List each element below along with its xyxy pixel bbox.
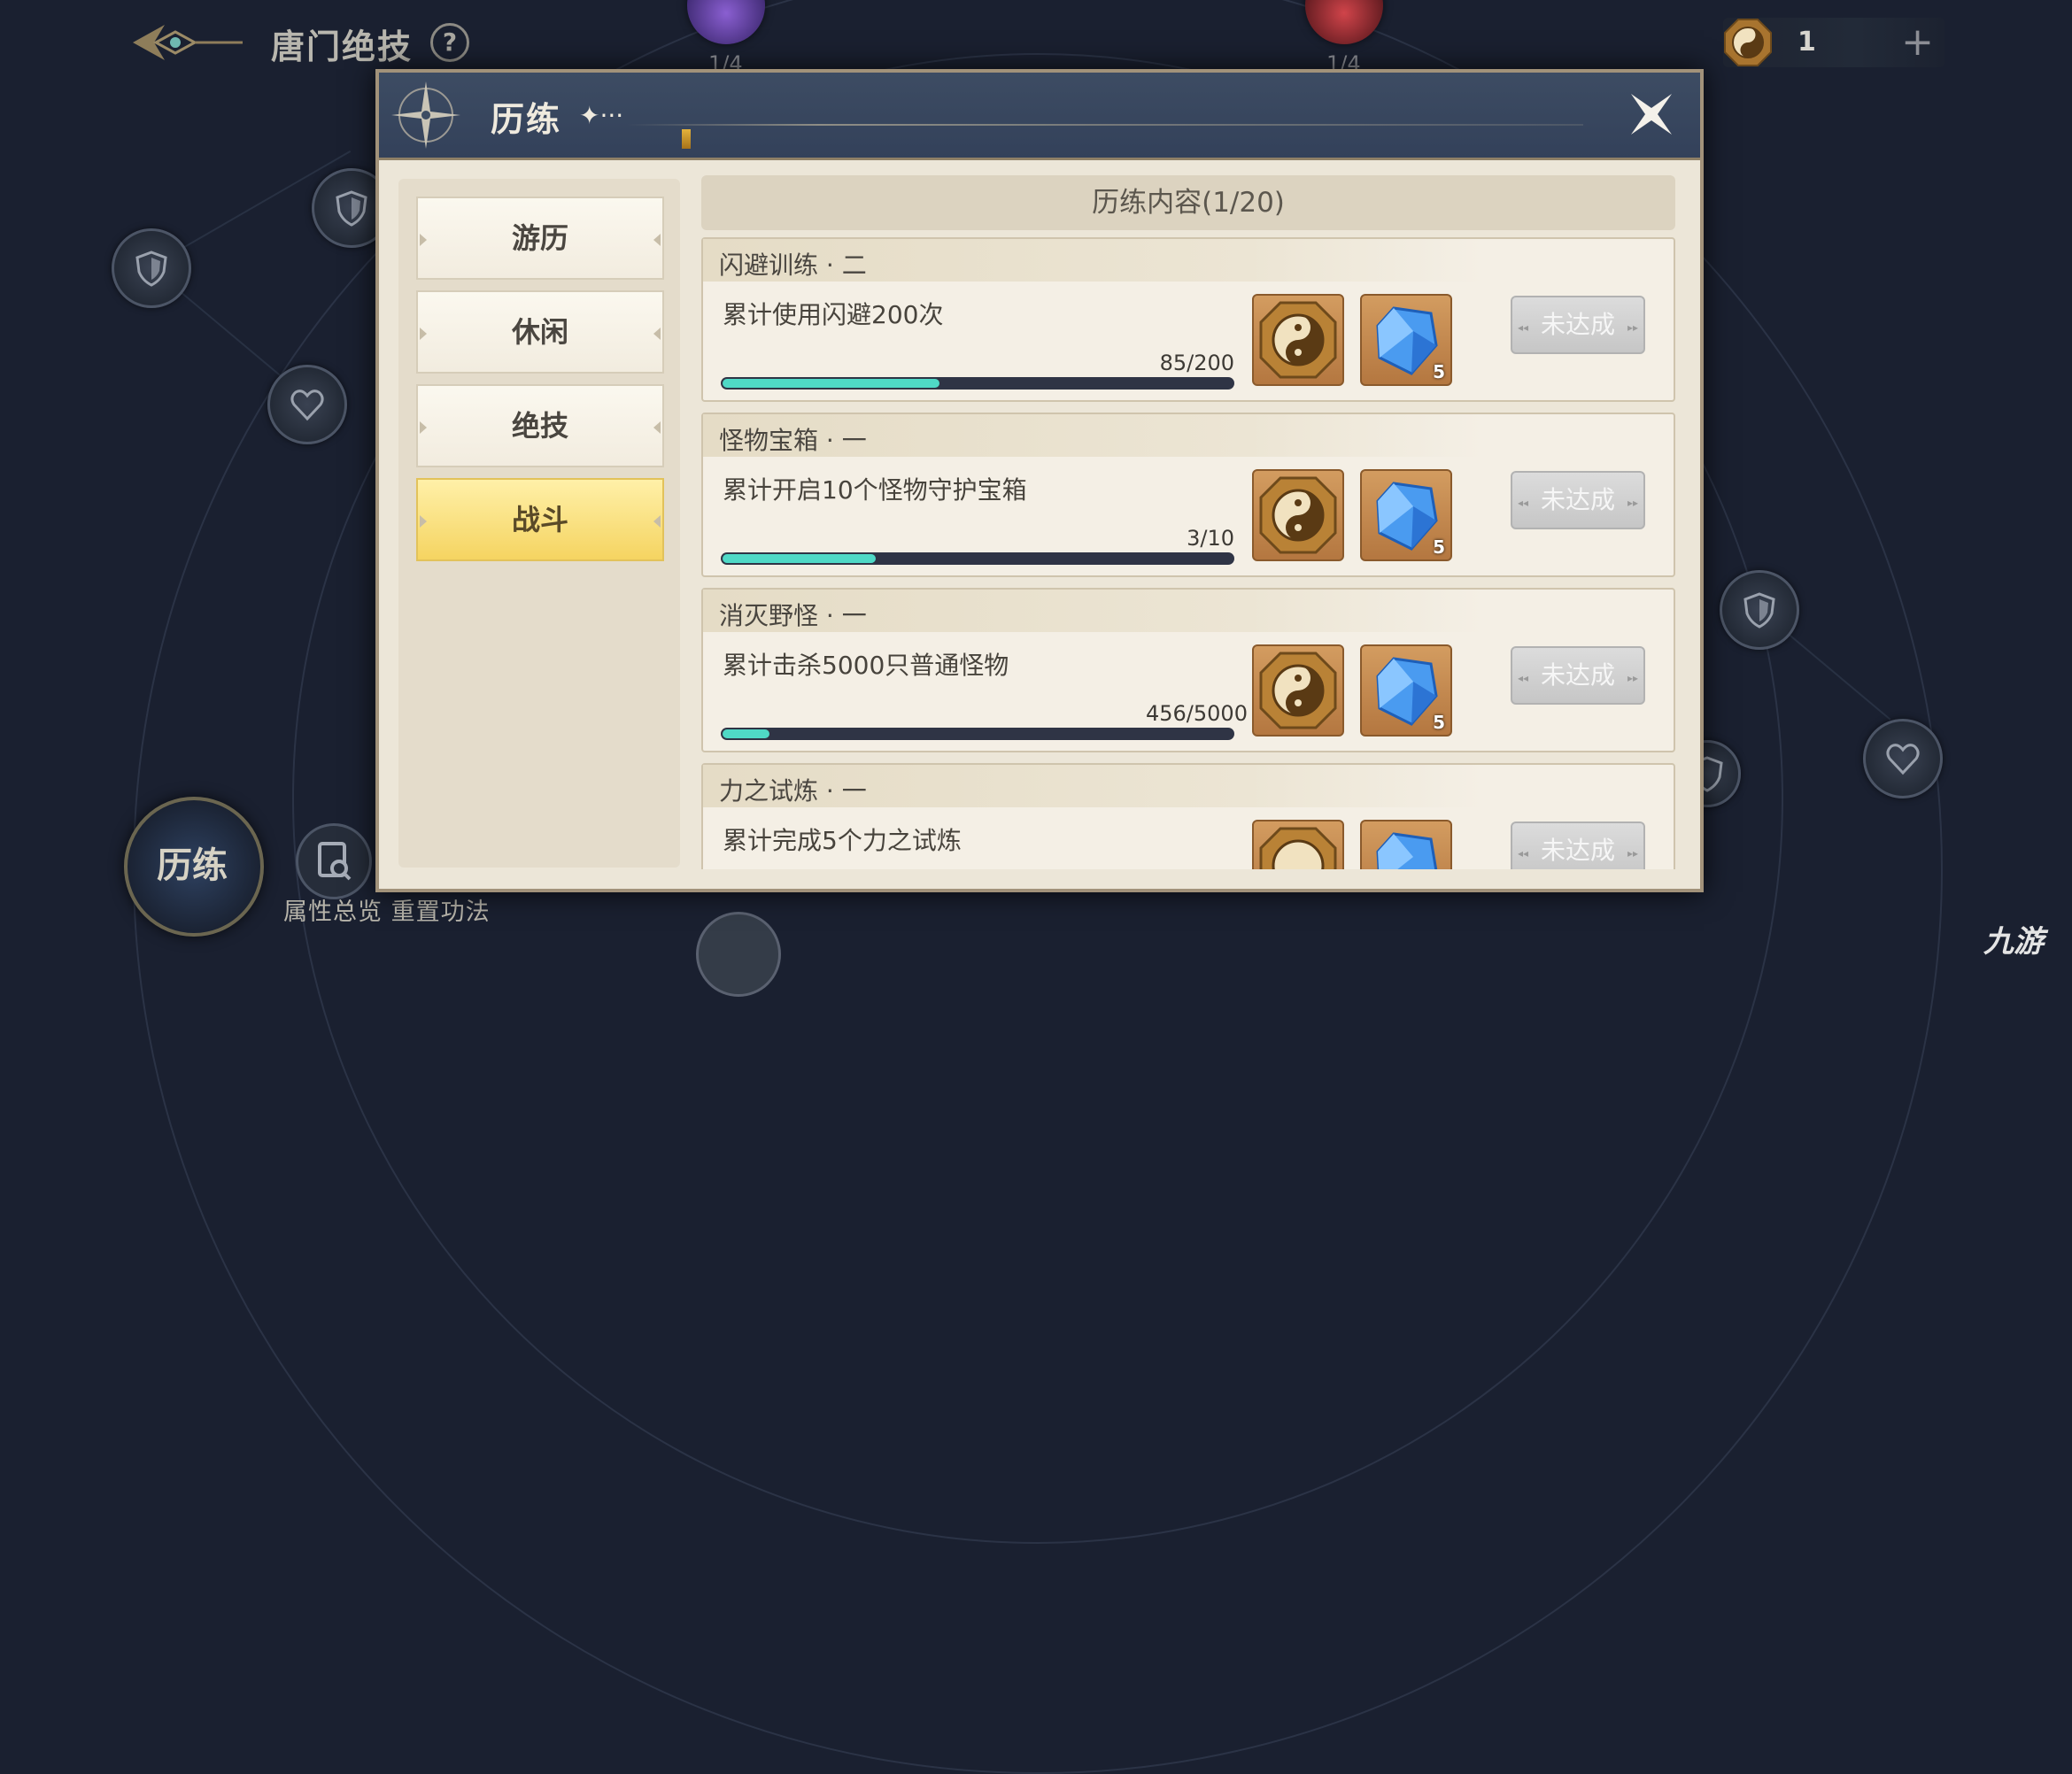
attribute-overview-button[interactable] [296, 823, 372, 899]
content-header: 历练内容(1/20) [701, 175, 1675, 230]
close-icon[interactable] [1626, 89, 1677, 140]
bottom-links[interactable]: 属性总览 重置功法 [283, 892, 491, 927]
tab-leisure[interactable]: 休闲 [416, 290, 664, 374]
currency-display: 1 + [1723, 18, 1944, 67]
reward-quantity: 5 [1433, 361, 1445, 382]
task-title: 消灭野怪 · 一 [719, 601, 867, 630]
skill-node-heart[interactable] [1863, 719, 1943, 798]
header-marker [682, 129, 691, 149]
task-progress-count: 85/200 [1159, 351, 1234, 375]
skill-node-heart[interactable] [267, 365, 347, 444]
reward-gem[interactable]: 5 [1360, 644, 1452, 737]
task-progress-count: 456/5000 [1146, 701, 1248, 726]
skill-node-shield[interactable] [112, 228, 191, 308]
task-title: 力之试炼 · 一 [719, 776, 867, 806]
skill-orb-bottom[interactable] [696, 912, 781, 997]
task-description: 累计开启10个怪物守护宝箱 [723, 475, 1027, 505]
yin-yang-coin-icon [1724, 19, 1772, 66]
heart-icon [1886, 744, 1920, 775]
task-progress-count: 3/10 [1187, 526, 1234, 551]
heart-icon [290, 390, 324, 421]
reward-coin[interactable] [1252, 820, 1344, 869]
blue-crystal-icon [1376, 832, 1438, 869]
add-currency-button[interactable]: + [1901, 19, 1934, 65]
title-decoration: ✦··· [579, 101, 624, 130]
back-emblem-icon[interactable] [129, 18, 244, 67]
claim-status-button[interactable]: ◂◂ 未达成 ▸▸ [1511, 821, 1645, 869]
reward-coin[interactable] [1252, 294, 1344, 386]
shield-icon [135, 251, 167, 287]
task-list-panel: 历练内容(1/20) 闪避训练 · 二 累计使用闪避200次 85/200 5 … [698, 175, 1681, 869]
header-divider [627, 124, 1583, 126]
tab-battle[interactable]: 战斗 [416, 478, 664, 561]
yin-yang-coin-icon [1259, 476, 1337, 554]
task-progress-bar [721, 552, 1234, 565]
reward-gem[interactable]: 5 [1360, 469, 1452, 561]
shield-icon [1743, 592, 1775, 629]
help-button[interactable]: ? [430, 23, 469, 62]
reward-gem[interactable] [1360, 820, 1452, 869]
document-search-icon [318, 842, 352, 881]
tab-skill[interactable]: 绝技 [416, 384, 664, 467]
shield-icon [336, 190, 367, 227]
task-description: 累计击杀5000只普通怪物 [723, 651, 1009, 680]
yin-yang-coin-icon [1259, 301, 1337, 379]
task-card: 闪避训练 · 二 累计使用闪避200次 85/200 5 ◂◂ 未达成 ▸▸ [701, 237, 1675, 402]
task-progress-bar [721, 377, 1234, 390]
claim-status-button[interactable]: ◂◂ 未达成 ▸▸ [1511, 646, 1645, 705]
watermark-logo: 九游 [1983, 924, 2044, 960]
task-progress-bar [721, 728, 1234, 740]
page-title: 唐门绝技 [271, 27, 414, 66]
training-dialog: 历练 ✦··· 游历 休闲 绝技 战斗 历练内容(1/20) 闪避训练 · 二 … [375, 69, 1704, 892]
task-title: 闪避训练 · 二 [719, 251, 867, 280]
reward-quantity: 5 [1433, 536, 1445, 558]
task-title: 怪物宝箱 · 一 [719, 426, 867, 455]
dialog-title: 历练 [491, 100, 562, 139]
reward-gem[interactable]: 5 [1360, 294, 1452, 386]
yin-yang-coin-icon [1259, 827, 1337, 869]
tab-travel[interactable]: 游历 [416, 197, 664, 280]
task-description: 累计使用闪避200次 [723, 300, 944, 329]
reward-quantity: 5 [1433, 712, 1445, 733]
task-description: 累计完成5个力之试炼 [723, 826, 962, 855]
claim-status-button[interactable]: ◂◂ 未达成 ▸▸ [1511, 296, 1645, 354]
compass-emblem-icon [391, 81, 460, 149]
claim-status-button[interactable]: ◂◂ 未达成 ▸▸ [1511, 471, 1645, 529]
category-tabs: 游历 休闲 绝技 战斗 [398, 179, 680, 868]
reward-coin[interactable] [1252, 644, 1344, 737]
task-card: 怪物宝箱 · 一 累计开启10个怪物守护宝箱 3/10 5 ◂◂ 未达成 ▸▸ [701, 413, 1675, 577]
skill-node-shield[interactable] [1720, 570, 1799, 650]
reward-coin[interactable] [1252, 469, 1344, 561]
task-card: 力之试炼 · 一 累计完成5个力之试炼 ◂◂ 未达成 ▸▸ [701, 763, 1675, 869]
dialog-header: 历练 ✦··· [379, 73, 1700, 160]
yin-yang-coin-icon [1259, 652, 1337, 729]
currency-amount: 1 [1798, 27, 1816, 58]
task-card: 消灭野怪 · 一 累计击杀5000只普通怪物 456/5000 5 ◂◂ 未达成… [701, 588, 1675, 752]
training-emblem-label: 历练 [157, 845, 228, 886]
